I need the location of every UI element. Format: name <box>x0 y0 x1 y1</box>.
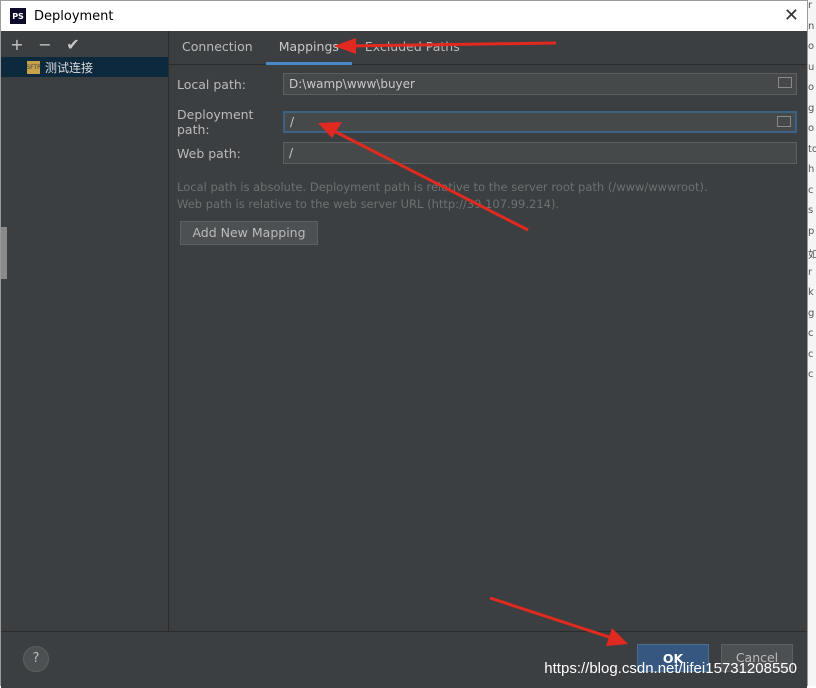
arrow-to-ok-button <box>489 596 628 646</box>
annotation-arrows <box>318 38 628 646</box>
arrow-to-deployment-path <box>318 122 529 232</box>
arrow-to-mappings-tab <box>334 38 557 54</box>
